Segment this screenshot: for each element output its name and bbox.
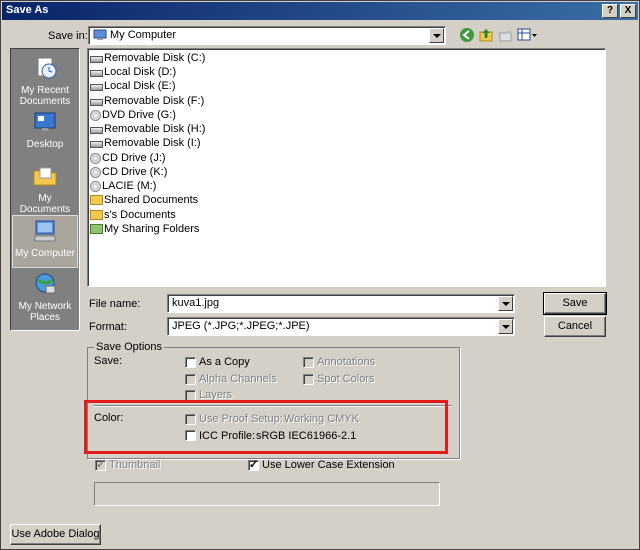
new-folder-icon[interactable] (498, 27, 514, 43)
file-name-dropdown-arrow[interactable] (498, 296, 513, 311)
list-item[interactable]: Local Disk (E:) (90, 80, 176, 94)
cancel-button[interactable]: Cancel (544, 316, 606, 337)
save-button[interactable]: Save (543, 292, 607, 315)
folder-icon (90, 195, 103, 206)
removable-disk-icon (90, 55, 103, 63)
thumbnail-checkbox[interactable] (95, 458, 106, 471)
list-item[interactable]: s's Documents (90, 209, 176, 223)
help-button[interactable]: ? (602, 4, 618, 18)
list-item[interactable]: Removable Disk (F:) (90, 95, 204, 109)
lacie-drive-icon (90, 180, 101, 192)
alpha-channels-label: Alpha Channels (199, 373, 277, 385)
desktop-icon (34, 112, 56, 131)
save-as-dialog: Save As ? X Save in: My Computer My Rece… (0, 0, 640, 550)
save-in-combo[interactable]: My Computer (88, 26, 446, 45)
list-item[interactable]: My Sharing Folders (90, 223, 199, 237)
dvd-drive-icon (90, 109, 101, 121)
place-my-computer[interactable]: My Computer (12, 215, 78, 268)
lowercase-extension-checkbox[interactable] (248, 458, 259, 471)
title-bar[interactable]: Save As ? X (2, 2, 638, 20)
close-button[interactable]: X (620, 4, 636, 18)
place-my-documents[interactable]: My Documents (12, 161, 78, 215)
format-label: Format: (89, 321, 127, 333)
cd-drive-icon (90, 166, 101, 178)
file-name-value: kuva1.jpg (172, 297, 220, 309)
view-menu-icon[interactable] (517, 27, 539, 43)
list-item[interactable]: CD Drive (K:) (90, 166, 167, 180)
list-item[interactable]: CD Drive (J:) (90, 152, 166, 166)
spot-colors-checkbox[interactable] (303, 374, 314, 385)
my-computer-small-icon (93, 29, 107, 41)
my-computer-icon (34, 220, 56, 242)
list-item[interactable]: Removable Disk (H:) (90, 123, 205, 137)
list-item[interactable]: Local Disk (D:) (90, 66, 176, 80)
removable-disk-icon (90, 140, 103, 148)
list-item[interactable]: Shared Documents (90, 194, 198, 208)
cd-drive-icon (90, 152, 101, 164)
alpha-channels-checkbox[interactable] (185, 374, 196, 385)
removable-disk-icon (90, 98, 103, 106)
spot-colors-label: Spot Colors (317, 373, 375, 385)
place-label-recent: My Recent Documents (19, 85, 71, 107)
list-item[interactable]: Removable Disk (C:) (90, 52, 205, 66)
local-disk-icon (90, 69, 103, 77)
back-icon[interactable] (459, 27, 475, 43)
removable-disk-icon (90, 126, 103, 134)
format-dropdown-arrow[interactable] (498, 319, 513, 334)
folder-icon (90, 210, 103, 221)
use-adobe-dialog-button[interactable]: Use Adobe Dialog (10, 524, 101, 545)
file-name-field[interactable]: kuva1.jpg (167, 294, 515, 313)
annotations-label: Annotations (317, 356, 376, 368)
place-label-my-documents: My Documents (19, 193, 71, 215)
recent-documents-icon (37, 57, 57, 79)
save-in-value: My Computer (110, 29, 177, 41)
save-in-label: Save in: (48, 30, 88, 42)
color-highlight-box (84, 400, 448, 454)
save-in-dropdown-arrow[interactable] (429, 28, 444, 43)
local-disk-icon (90, 83, 103, 91)
sharing-folder-icon (90, 224, 103, 235)
my-documents-icon (33, 167, 57, 186)
up-folder-icon[interactable] (478, 27, 494, 43)
file-name-label: File name: (89, 298, 141, 310)
place-label-network: My Network Places (18, 301, 72, 323)
preview-area (94, 482, 440, 506)
thumbnail-label: Thumbnail (109, 459, 161, 471)
file-list[interactable]: Removable Disk (C:) Local Disk (D:) Loca… (87, 48, 606, 287)
place-network[interactable]: My Network Places (12, 269, 78, 323)
annotations-checkbox[interactable] (303, 357, 314, 368)
place-desktop[interactable]: Desktop (12, 107, 78, 160)
save-label: Save: (94, 355, 123, 367)
places-bar: My Recent Documents Desktop My Documents… (10, 48, 80, 331)
place-recent-documents[interactable]: My Recent Documents (12, 53, 78, 107)
list-item[interactable]: LACIE (M:) (90, 180, 156, 194)
lowercase-extension-label: Use Lower Case Extension (262, 459, 395, 471)
format-select[interactable]: JPEG (*.JPG;*.JPEG;*.JPE) (167, 317, 515, 336)
format-value: JPEG (*.JPG;*.JPEG;*.JPE) (172, 320, 310, 332)
list-item[interactable]: Removable Disk (I:) (90, 137, 201, 151)
as-a-copy-checkbox[interactable] (185, 357, 196, 368)
dialog-title: Save As (6, 4, 49, 16)
place-label-my-computer: My Computer (14, 248, 75, 259)
as-a-copy-label: As a Copy (199, 356, 250, 368)
save-options-title: Save Options (94, 341, 165, 353)
list-item[interactable]: DVD Drive (G:) (90, 109, 176, 123)
place-label-desktop: Desktop (26, 139, 64, 150)
network-places-icon (35, 273, 56, 294)
